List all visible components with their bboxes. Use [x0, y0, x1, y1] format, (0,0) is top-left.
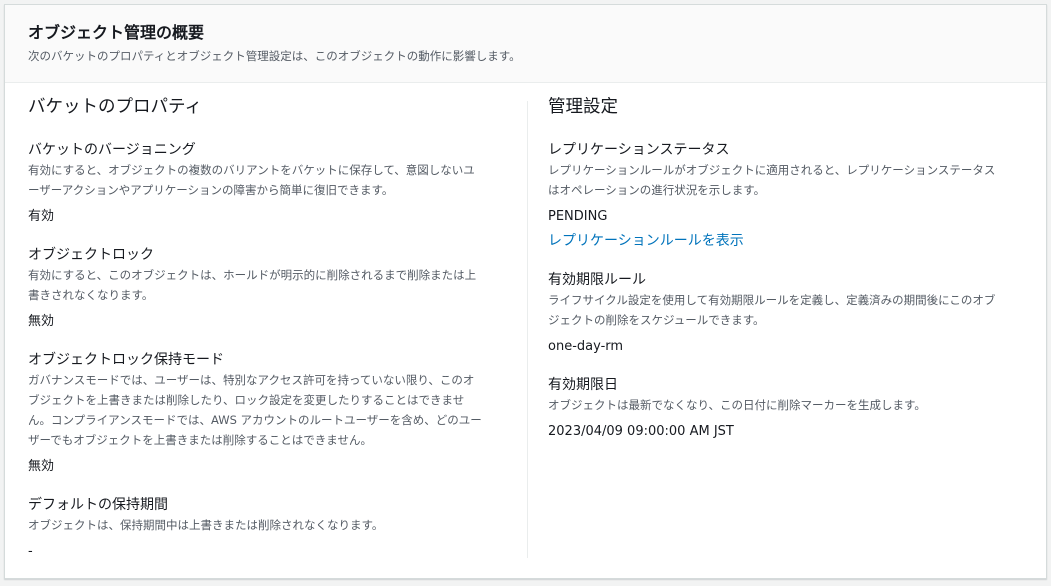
expiration-date-description-line: オブジェクトは最新でなくなり、この日付に削除マーカーを生成します。 — [548, 398, 926, 412]
object-lock-field: オブジェクトロック 有効にすると、このオブジェクトは、ホールドが明示的に削除され… — [28, 245, 506, 332]
expiration-rule-value: one-day-rm — [548, 339, 624, 354]
object-lock-mode-description-line: ガバナンスモードでは、ユーザーは、特別なアクセス許可を持っていない限り、このオ — [28, 373, 475, 387]
object-lock-mode-description-line: ザーでもオブジェクトを上書きまたは削除することはできません。 — [28, 433, 372, 447]
bucket-properties-column: バケットのプロパティ バケットのバージョニング 有効にすると、オブジェクトの複数… — [28, 83, 506, 578]
replication-status-description: レプリケーションルールがオブジェクトに適用されると、レプリケーションステータス … — [548, 160, 1026, 200]
bucket-versioning-description: 有効にすると、オブジェクトの複数のバリアントをバケットに保存して、意図しないユ … — [28, 160, 506, 200]
view-replication-rules-link[interactable]: レプリケーションルールを表示 — [548, 231, 744, 251]
object-management-overview-panel: オブジェクト管理の概要 次のバケットのプロパティとオブジェクト管理設定は、このオ… — [4, 4, 1047, 579]
panel-header: オブジェクト管理の概要 次のバケットのプロパティとオブジェクト管理設定は、このオ… — [5, 5, 1046, 83]
bucket-versioning-label: バケットのバージョニング — [28, 142, 196, 158]
bucket-versioning-description-line: 有効にすると、オブジェクトの複数のバリアントをバケットに保存して、意図しないユ — [28, 163, 475, 177]
panel-title: オブジェクト管理の概要 — [28, 23, 205, 42]
bucket-versioning-value: 有効 — [28, 209, 55, 224]
bucket-versioning-field: バケットのバージョニング 有効にすると、オブジェクトの複数のバリアントをバケット… — [28, 140, 506, 227]
bucket-properties-heading: バケットのプロパティ — [28, 97, 202, 117]
management-settings-column: 管理設定 レプリケーションステータス レプリケーションルールがオブジェクトに適用… — [548, 83, 1026, 578]
expiration-date-label: 有効期限日 — [548, 377, 618, 393]
expiration-rule-label: 有効期限ルール — [548, 272, 646, 288]
replication-status-description-line: レプリケーションルールがオブジェクトに適用されると、レプリケーションステータス — [548, 163, 996, 177]
expiration-rule-description-line: ジェクトの削除をスケジュールできます。 — [548, 313, 765, 327]
default-retention-label: デフォルトの保持期間 — [28, 497, 168, 513]
object-lock-mode-value: 無効 — [28, 459, 55, 474]
expiration-rule-field: 有効期限ルール ライフサイクル設定を使用して有効期限ルールを定義し、定義済みの期… — [548, 270, 1026, 357]
default-retention-description: オブジェクトは、保持期間中は上書きまたは削除されなくなります。 — [28, 515, 506, 535]
expiration-rule-description: ライフサイクル設定を使用して有効期限ルールを定義し、定義済みの期間後にこのオブ … — [548, 290, 1026, 330]
replication-status-value: PENDING — [548, 209, 608, 224]
panel-body: バケットのプロパティ バケットのバージョニング 有効にすると、オブジェクトの複数… — [5, 83, 1046, 578]
management-settings-heading: 管理設定 — [548, 97, 618, 117]
default-retention-description-line: オブジェクトは、保持期間中は上書きまたは削除されなくなります。 — [28, 518, 384, 532]
expiration-date-value: 2023/04/09 09:00:00 AM JST — [548, 424, 734, 439]
replication-status-field: レプリケーションステータス レプリケーションルールがオブジェクトに適用されると、… — [548, 140, 1026, 251]
object-lock-label: オブジェクトロック — [28, 247, 154, 263]
object-lock-description-line: 書きされなくなります。 — [28, 288, 154, 302]
object-lock-value: 無効 — [28, 314, 55, 329]
object-lock-description-line: 有効にすると、このオブジェクトは、ホールドが明示的に削除されるまで削除または上 — [28, 268, 477, 282]
object-lock-mode-description: ガバナンスモードでは、ユーザーは、特別なアクセス許可を持っていない限り、このオ … — [28, 370, 506, 450]
object-lock-description: 有効にすると、このオブジェクトは、ホールドが明示的に削除されるまで削除または上 … — [28, 265, 506, 305]
expiration-date-description: オブジェクトは最新でなくなり、この日付に削除マーカーを生成します。 — [548, 395, 1026, 415]
replication-status-description-line: はオペレーションの進行状況を示します。 — [548, 183, 766, 197]
object-lock-mode-description-line: ブジェクトを上書きまたは削除したり、ロック設定を変更したりすることはできませ — [28, 393, 465, 407]
default-retention-field: デフォルトの保持期間 オブジェクトは、保持期間中は上書きまたは削除されなくなりま… — [28, 495, 506, 562]
bucket-versioning-description-line: ーザーアクションやアプリケーションの障害から簡単に復旧できます。 — [28, 183, 394, 197]
column-divider — [527, 101, 528, 558]
expiration-rule-description-line: ライフサイクル設定を使用して有効期限ルールを定義し、定義済みの期間後にこのオブ — [548, 293, 996, 307]
object-lock-mode-field: オブジェクトロック保持モード ガバナンスモードでは、ユーザーは、特別なアクセス許… — [28, 350, 506, 477]
object-lock-mode-label: オブジェクトロック保持モード — [28, 352, 224, 368]
replication-status-label: レプリケーションステータス — [548, 142, 730, 158]
expiration-date-field: 有効期限日 オブジェクトは最新でなくなり、この日付に削除マーカーを生成します。 … — [548, 375, 1026, 442]
default-retention-value: - — [28, 544, 33, 559]
object-lock-mode-description-line: ん。コンプライアンスモードでは、AWS アカウントのルートユーザーを含め、どのユ… — [28, 413, 482, 427]
panel-description: 次のバケットのプロパティとオブジェクト管理設定は、このオブジェクトの動作に影響し… — [28, 49, 521, 63]
